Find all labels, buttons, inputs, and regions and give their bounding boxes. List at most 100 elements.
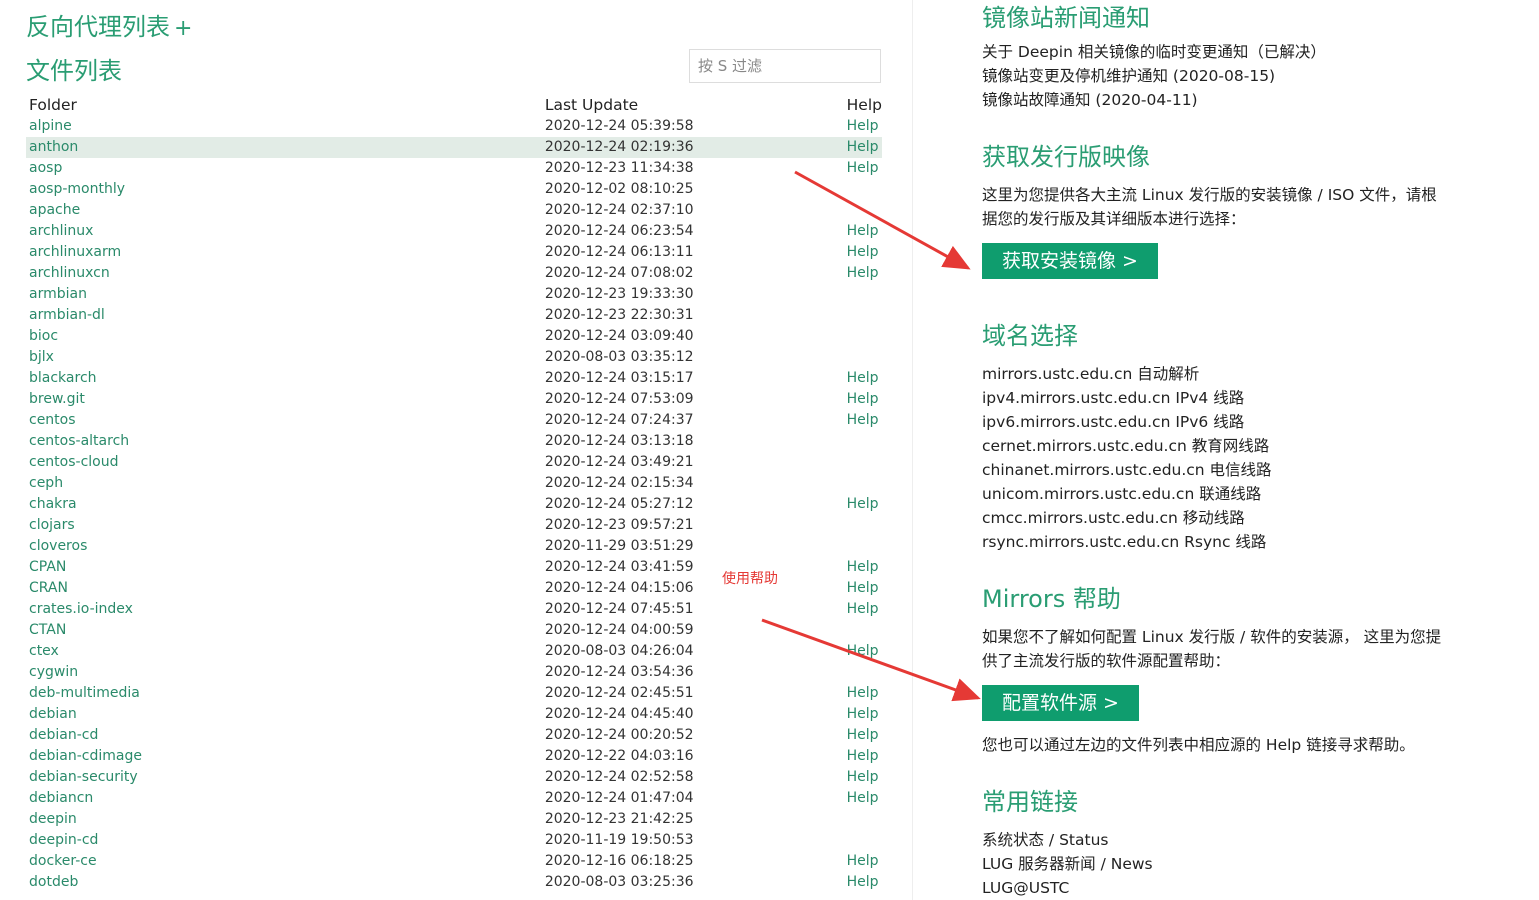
help-link[interactable]: Help	[847, 748, 879, 764]
table-row: bjlx 2020-08-03 03:35:12	[26, 347, 882, 368]
folder-link[interactable]: centos-altarch	[29, 433, 129, 449]
folder-link[interactable]: aosp	[29, 160, 62, 176]
folder-cell: alpine	[26, 116, 542, 137]
last-update-cell: 2020-12-24 04:00:59	[544, 622, 694, 638]
help-description-line: 如果您不了解如何配置 Linux 发行版 / 软件的安装源， 这里为您提	[982, 628, 1442, 646]
expand-plus-icon[interactable]: +	[174, 16, 192, 41]
folder-link[interactable]: archlinuxcn	[29, 265, 110, 281]
folder-link[interactable]: blackarch	[29, 370, 97, 386]
help-link[interactable]: Help	[847, 853, 879, 869]
folder-link[interactable]: clojars	[29, 517, 75, 533]
help-link[interactable]: Help	[847, 370, 879, 386]
help-link[interactable]: Help	[847, 706, 879, 722]
last-update-cell: 2020-12-24 02:19:36	[541, 137, 844, 158]
help-link[interactable]: Help	[847, 223, 879, 239]
help-link[interactable]: Help	[847, 769, 879, 785]
folder-link[interactable]: debian-cdimage	[29, 748, 142, 764]
help-link[interactable]: Help	[847, 496, 879, 512]
folder-link[interactable]: brew.git	[29, 391, 85, 407]
folder-link[interactable]: ctex	[29, 643, 59, 659]
folder-link[interactable]: docker-ce	[29, 853, 97, 869]
help-cell: Help	[844, 683, 882, 704]
column-header-help[interactable]: Help	[844, 94, 882, 116]
help-cell: Help	[844, 389, 882, 410]
folder-link[interactable]: armbian-dl	[29, 307, 105, 323]
table-row: debian-cd 2020-12-24 00:20:52 Help	[26, 725, 882, 746]
help-cell	[844, 305, 882, 326]
help-link[interactable]: Help	[847, 601, 879, 617]
help-cell	[844, 347, 882, 368]
folder-cell: anthon	[26, 137, 542, 158]
folder-link[interactable]: debian-security	[29, 769, 138, 785]
help-link[interactable]: Help	[847, 685, 879, 701]
folder-link[interactable]: CTAN	[29, 622, 66, 638]
help-link[interactable]: Help	[847, 643, 879, 659]
table-row: centos 2020-12-24 07:24:37 Help	[26, 410, 882, 431]
table-row: centos-cloud 2020-12-24 03:49:21	[26, 452, 882, 473]
folder-link[interactable]: bioc	[29, 328, 58, 344]
folder-link[interactable]: deb-multimedia	[29, 685, 140, 701]
folder-link[interactable]: bjlx	[29, 349, 54, 365]
reverse-proxy-heading[interactable]: 反向代理列表 +	[26, 7, 192, 42]
filter-input[interactable]	[689, 49, 881, 83]
domain-item: cernet.mirrors.ustc.edu.cn 教育网线路	[982, 437, 1270, 455]
help-cell: Help	[844, 494, 882, 515]
folder-link[interactable]: anthon	[29, 139, 78, 155]
folder-link[interactable]: archlinuxarm	[29, 244, 121, 260]
reverse-proxy-title[interactable]: 反向代理列表	[26, 13, 170, 41]
folder-link[interactable]: aosp-monthly	[29, 181, 125, 197]
help-cell	[844, 284, 882, 305]
help-cell	[844, 473, 882, 494]
help-link[interactable]: Help	[847, 265, 879, 281]
links-heading: 常用链接	[982, 788, 1078, 816]
help-link[interactable]: Help	[847, 874, 879, 890]
folder-link[interactable]: apache	[29, 202, 80, 218]
last-update-cell: 2020-12-23 21:42:25	[544, 811, 694, 827]
folder-link[interactable]: alpine	[29, 118, 72, 134]
column-header-last-update[interactable]: Last Update	[542, 94, 844, 116]
folder-link[interactable]: deepin	[29, 811, 77, 827]
news-item[interactable]: 镜像站故障通知 (2020-04-11)	[982, 91, 1198, 109]
folder-link[interactable]: debiancn	[29, 790, 93, 806]
folder-link[interactable]: debian-cd	[29, 727, 98, 743]
last-update-cell: 2020-12-24 01:47:04	[544, 790, 694, 806]
news-link[interactable]: LUG 服务器新闻 / News	[982, 855, 1153, 873]
status-link[interactable]: 系统状态 / Status	[982, 831, 1108, 849]
folder-link[interactable]: CRAN	[29, 580, 68, 596]
help-link[interactable]: Help	[847, 391, 879, 407]
folder-link[interactable]: crates.io-index	[29, 601, 133, 617]
help-link[interactable]: Help	[847, 412, 879, 428]
get-iso-button[interactable]: 获取安装镜像 >	[982, 243, 1158, 279]
help-link[interactable]: Help	[847, 139, 879, 155]
lug-link[interactable]: LUG@USTC	[982, 879, 1069, 897]
folder-link[interactable]: archlinux	[29, 223, 93, 239]
folder-link[interactable]: armbian	[29, 286, 87, 302]
help-link[interactable]: Help	[847, 790, 879, 806]
folder-link[interactable]: cygwin	[29, 664, 78, 680]
help-cell: Help	[844, 242, 882, 263]
column-header-folder[interactable]: Folder	[26, 94, 542, 116]
folder-link[interactable]: CPAN	[29, 559, 66, 575]
help-link[interactable]: Help	[847, 559, 879, 575]
folder-link[interactable]: centos	[29, 412, 76, 428]
help-link[interactable]: Help	[847, 160, 879, 176]
news-item[interactable]: 镜像站变更及停机维护通知 (2020-08-15)	[982, 67, 1275, 85]
configure-sources-button[interactable]: 配置软件源 >	[982, 685, 1139, 721]
folder-link[interactable]: ceph	[29, 475, 63, 491]
folder-cell: armbian	[26, 284, 542, 305]
folder-link[interactable]: debian	[29, 706, 77, 722]
help-link[interactable]: Help	[847, 244, 879, 260]
folder-link[interactable]: dotdeb	[29, 874, 78, 890]
help-cell: Help	[844, 557, 882, 578]
folder-link[interactable]: cloveros	[29, 538, 87, 554]
folder-link[interactable]: chakra	[29, 496, 77, 512]
help-link[interactable]: Help	[847, 580, 879, 596]
help-link[interactable]: Help	[847, 727, 879, 743]
folder-cell: dotdeb	[26, 872, 542, 893]
folder-link[interactable]: centos-cloud	[29, 454, 119, 470]
news-item[interactable]: 关于 Deepin 相关镜像的临时变更通知（已解决）	[982, 43, 1326, 61]
last-update-cell: 2020-12-24 06:13:11	[544, 244, 694, 260]
table-row: anthon 2020-12-24 02:19:36 Help	[26, 137, 882, 158]
help-link[interactable]: Help	[847, 118, 879, 134]
folder-link[interactable]: deepin-cd	[29, 832, 98, 848]
